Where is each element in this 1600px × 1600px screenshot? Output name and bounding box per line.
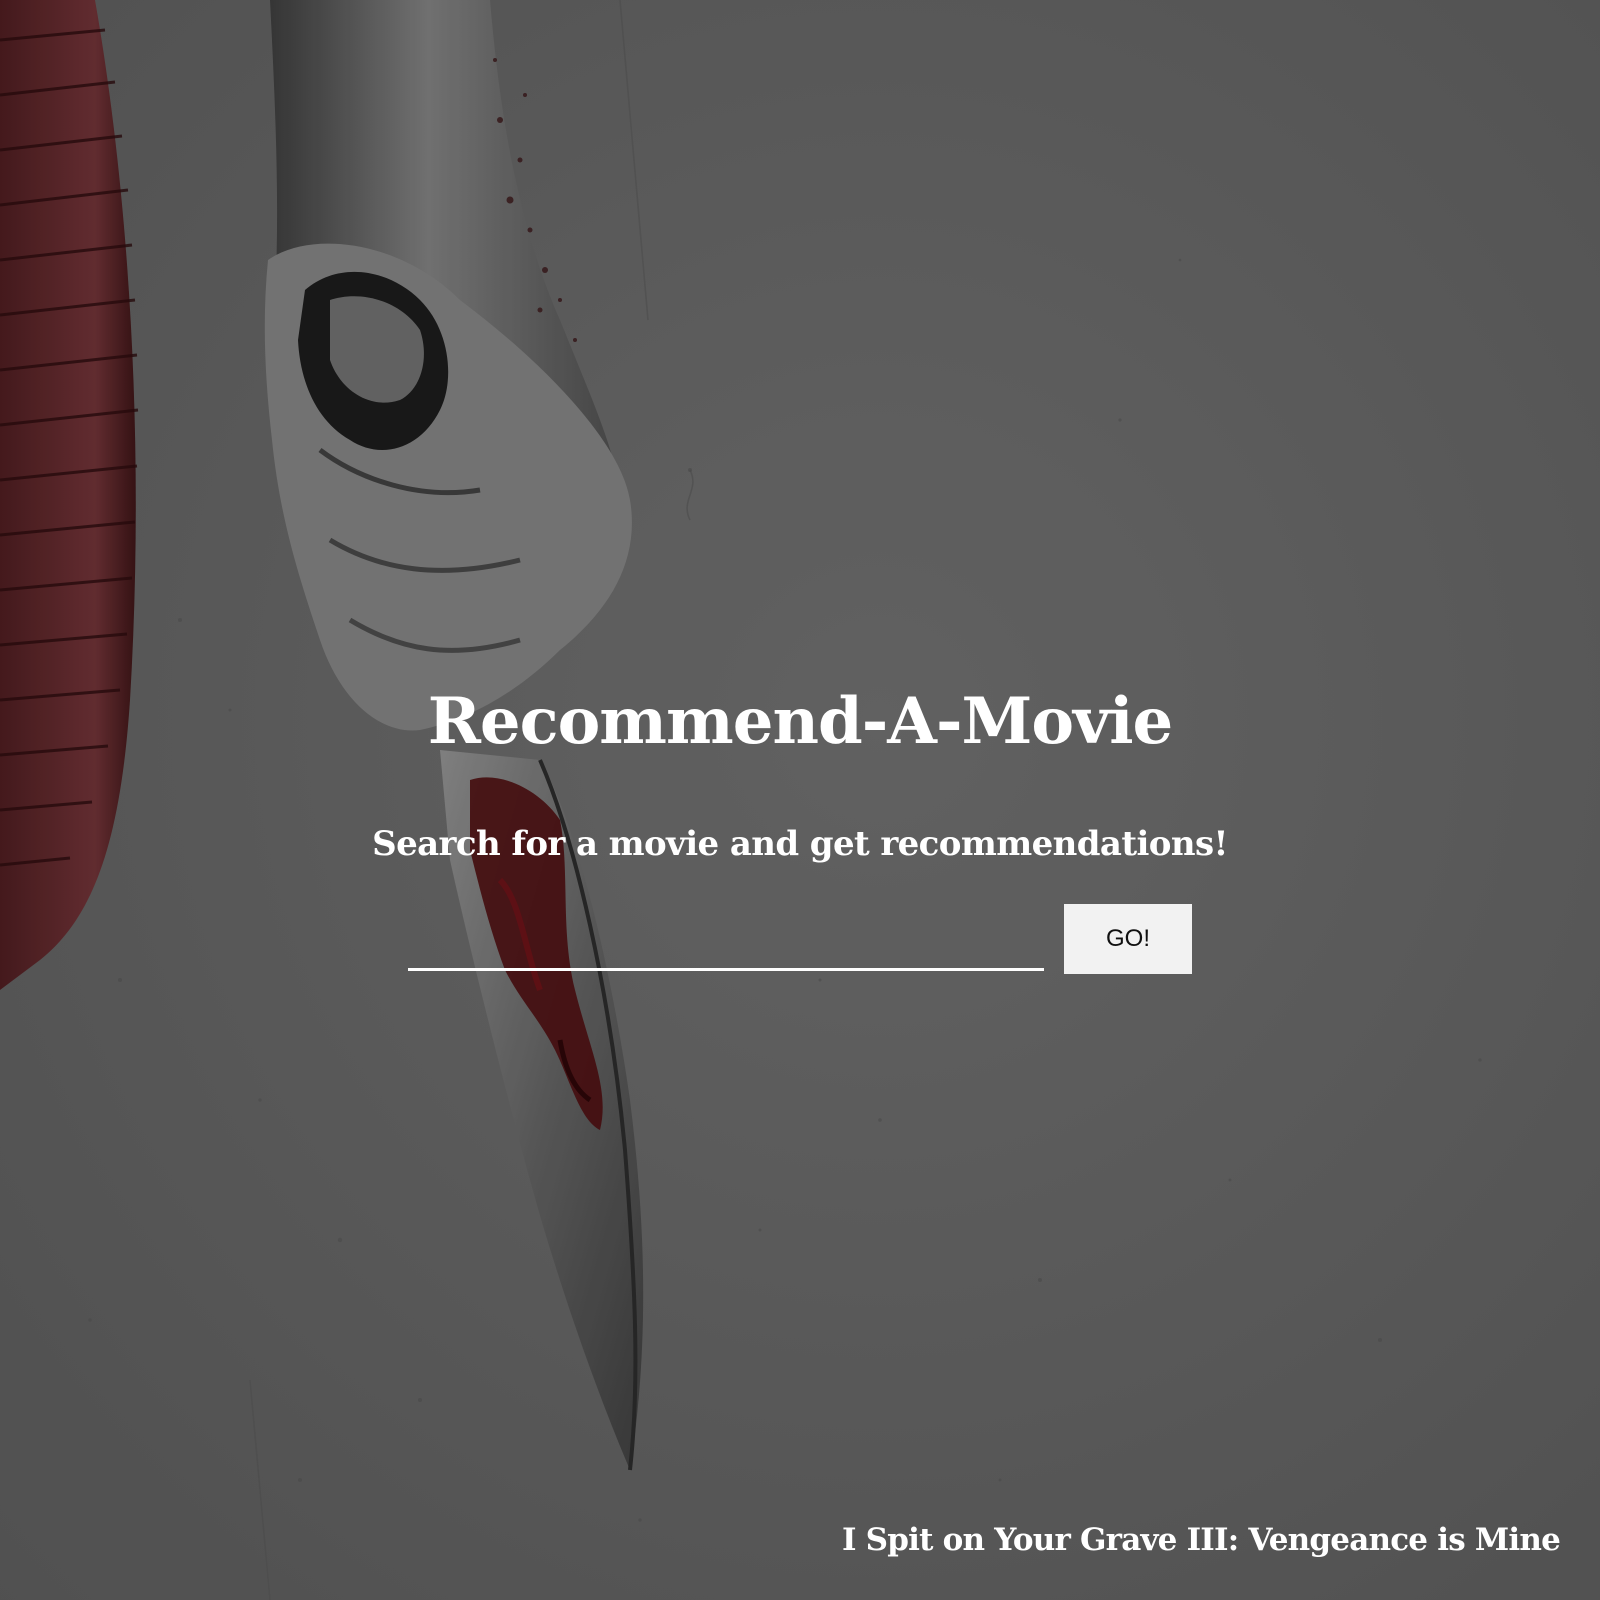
go-button[interactable]: GO! [1064, 904, 1192, 974]
movie-search-input[interactable] [408, 904, 1044, 971]
page-title: Recommend-A-Movie [427, 684, 1174, 759]
hero-section: Recommend-A-Movie Search for a movie and… [0, 0, 1600, 1600]
search-form: GO! [408, 904, 1192, 974]
featured-movie-title: I Spit on Your Grave III: Vengeance is M… [841, 1522, 1561, 1558]
page-subtitle: Search for a movie and get recommendatio… [372, 824, 1228, 864]
